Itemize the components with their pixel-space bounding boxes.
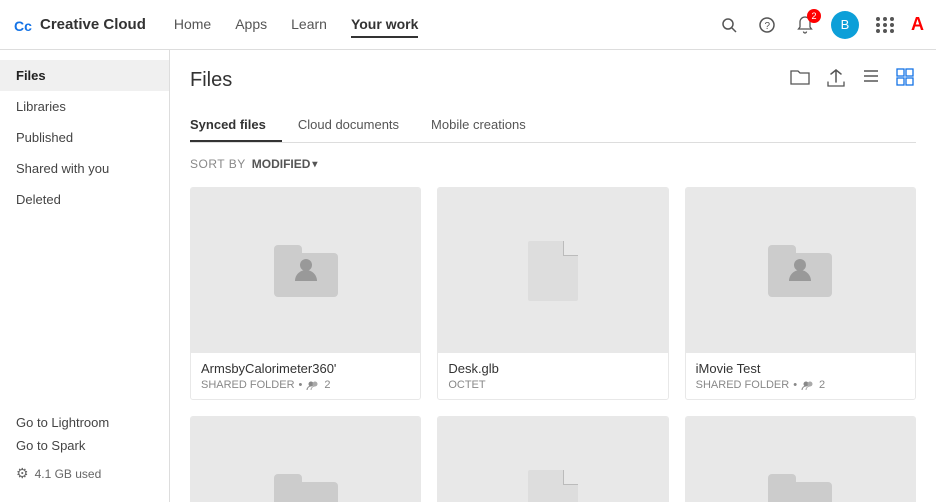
sidebar-item-deleted[interactable]: Deleted: [0, 184, 169, 215]
nav-links: Home Apps Learn Your work: [174, 12, 419, 38]
sort-label: SORT BY: [190, 157, 246, 171]
new-folder-button[interactable]: [788, 66, 812, 95]
doc-icon-1: [528, 241, 578, 301]
header-actions: [788, 66, 916, 95]
file-card-3[interactable]: [190, 416, 421, 502]
new-folder-icon: [790, 68, 810, 86]
adobe-logo[interactable]: A: [911, 14, 924, 35]
sort-caret-icon: ▾: [312, 159, 317, 170]
sidebar-item-libraries[interactable]: Libraries: [0, 91, 169, 122]
apps-grid-button[interactable]: [873, 13, 897, 37]
file-meta-2: SHARED FOLDER • 2: [696, 379, 905, 391]
list-view-icon: [862, 68, 880, 84]
sidebar-item-published[interactable]: Published: [0, 122, 169, 153]
page-title: Files: [190, 69, 232, 92]
brand-logo[interactable]: Cc Creative Cloud: [12, 14, 146, 36]
file-thumb-1: [438, 188, 667, 353]
file-name-0: ArmsbyCalorimeter360': [201, 361, 410, 376]
sort-bar: SORT BY MODIFIED ▾: [190, 157, 916, 171]
file-info-2: iMovie Test SHARED FOLDER • 2: [686, 353, 915, 399]
sidebar-item-files[interactable]: Files: [0, 60, 169, 91]
tab-mobile-creations[interactable]: Mobile creations: [431, 109, 542, 142]
file-thumb-5: [686, 417, 915, 502]
search-button[interactable]: [717, 13, 741, 37]
file-name-2: iMovie Test: [696, 361, 905, 376]
grid-dots-icon: [876, 17, 895, 33]
file-grid: ArmsbyCalorimeter360' SHARED FOLDER • 2: [190, 187, 916, 502]
nav-apps[interactable]: Apps: [235, 12, 267, 38]
grid-view-button[interactable]: [894, 66, 916, 95]
file-name-1: Desk.glb: [448, 361, 657, 376]
file-thumb-0: [191, 188, 420, 353]
gear-icon[interactable]: ⚙: [16, 465, 29, 482]
file-thumb-3: [191, 417, 420, 502]
sidebar: Files Libraries Published Shared with yo…: [0, 50, 170, 502]
shared-people-icon-0: [306, 380, 320, 390]
file-card-2[interactable]: iMovie Test SHARED FOLDER • 2: [685, 187, 916, 400]
upload-icon: [826, 68, 846, 88]
tab-synced-files[interactable]: Synced files: [190, 109, 282, 142]
creative-cloud-icon: Cc: [12, 14, 34, 36]
main-content: Files: [170, 50, 936, 502]
shared-people-icon-2: [801, 380, 815, 390]
file-info-0: ArmsbyCalorimeter360' SHARED FOLDER • 2: [191, 353, 420, 399]
sidebar-item-shared[interactable]: Shared with you: [0, 153, 169, 184]
notification-badge: 2: [807, 9, 821, 23]
svg-text:?: ?: [765, 21, 771, 32]
go-to-lightroom-link[interactable]: Go to Lightroom: [16, 415, 153, 430]
help-button[interactable]: ?: [755, 13, 779, 37]
svg-text:Cc: Cc: [14, 18, 32, 34]
file-card-5[interactable]: [685, 416, 916, 502]
file-card-4[interactable]: [437, 416, 668, 502]
sort-dropdown[interactable]: MODIFIED ▾: [252, 157, 318, 171]
tab-cloud-documents[interactable]: Cloud documents: [298, 109, 415, 142]
search-icon: [721, 17, 737, 33]
storage-indicator: ⚙ 4.1 GB used: [16, 465, 153, 482]
file-thumb-4: [438, 417, 667, 502]
storage-label: 4.1 GB used: [35, 467, 102, 481]
brand-name: Creative Cloud: [40, 16, 146, 33]
file-card-1[interactable]: Desk.glb OCTET: [437, 187, 668, 400]
nav-icons: ? 2 B A: [717, 11, 924, 39]
file-meta-0: SHARED FOLDER • 2: [201, 379, 410, 391]
nav-learn[interactable]: Learn: [291, 12, 327, 38]
person-icon-2: [785, 255, 815, 285]
file-card-0[interactable]: ArmsbyCalorimeter360' SHARED FOLDER • 2: [190, 187, 421, 400]
tabs: Synced files Cloud documents Mobile crea…: [190, 109, 916, 143]
list-view-button[interactable]: [860, 66, 882, 95]
doc-icon-4: [528, 470, 578, 502]
grid-view-icon: [896, 68, 914, 86]
person-icon: [291, 255, 321, 285]
notifications-button[interactable]: 2: [793, 13, 817, 37]
file-info-1: Desk.glb OCTET: [438, 353, 667, 399]
top-nav: Cc Creative Cloud Home Apps Learn Your w…: [0, 0, 936, 50]
file-thumb-2: [686, 188, 915, 353]
upload-button[interactable]: [824, 66, 848, 95]
main-header: Files: [190, 66, 916, 95]
layout: Files Libraries Published Shared with yo…: [0, 50, 936, 502]
file-meta-1: OCTET: [448, 379, 657, 391]
help-icon: ?: [759, 17, 775, 33]
nav-home[interactable]: Home: [174, 12, 211, 38]
go-to-spark-link[interactable]: Go to Spark: [16, 438, 153, 453]
sidebar-bottom: Go to Lightroom Go to Spark ⚙ 4.1 GB use…: [0, 405, 169, 492]
avatar[interactable]: B: [831, 11, 859, 39]
nav-your-work[interactable]: Your work: [351, 12, 418, 38]
